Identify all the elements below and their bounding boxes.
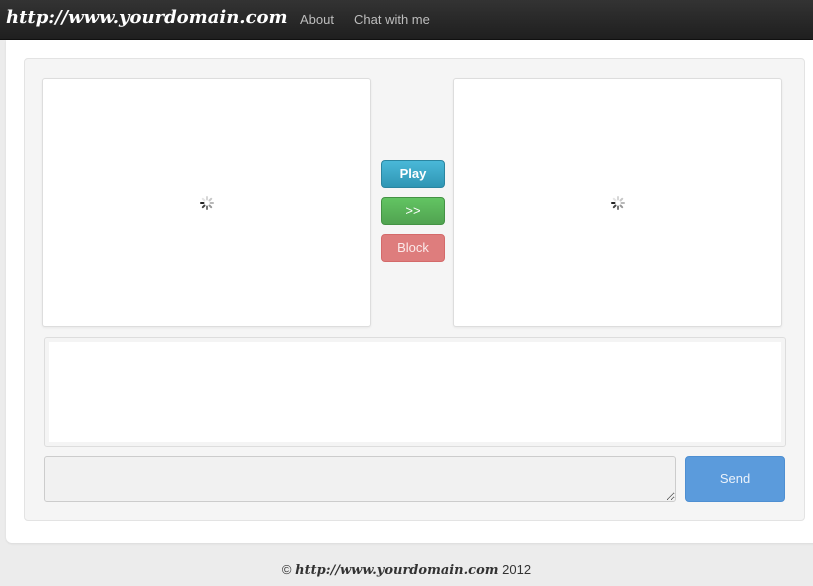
play-button[interactable]: Play bbox=[381, 160, 445, 188]
nav-link-about[interactable]: About bbox=[300, 12, 334, 27]
top-navbar: http://www.yourdomain.com About Chat wit… bbox=[0, 0, 813, 40]
brand-link[interactable]: http://www.yourdomain.com bbox=[6, 7, 288, 28]
chat-log bbox=[44, 337, 786, 447]
footer-domain: http://www.yourdomain.com bbox=[295, 563, 499, 578]
block-button[interactable]: Block bbox=[381, 234, 445, 262]
message-input[interactable] bbox=[44, 456, 676, 502]
footer-year: 2012 bbox=[502, 562, 532, 577]
send-button[interactable]: Send bbox=[685, 456, 785, 502]
footer: © http://www.yourdomain.com 2012 bbox=[0, 562, 813, 578]
spinner-icon bbox=[199, 195, 214, 210]
nav-link-chat-with-me[interactable]: Chat with me bbox=[354, 12, 430, 27]
copyright-symbol: © bbox=[281, 562, 292, 577]
local-video bbox=[42, 78, 371, 327]
spinner-icon bbox=[610, 195, 625, 210]
next-button[interactable]: >> bbox=[381, 197, 445, 225]
remote-video bbox=[453, 78, 782, 327]
